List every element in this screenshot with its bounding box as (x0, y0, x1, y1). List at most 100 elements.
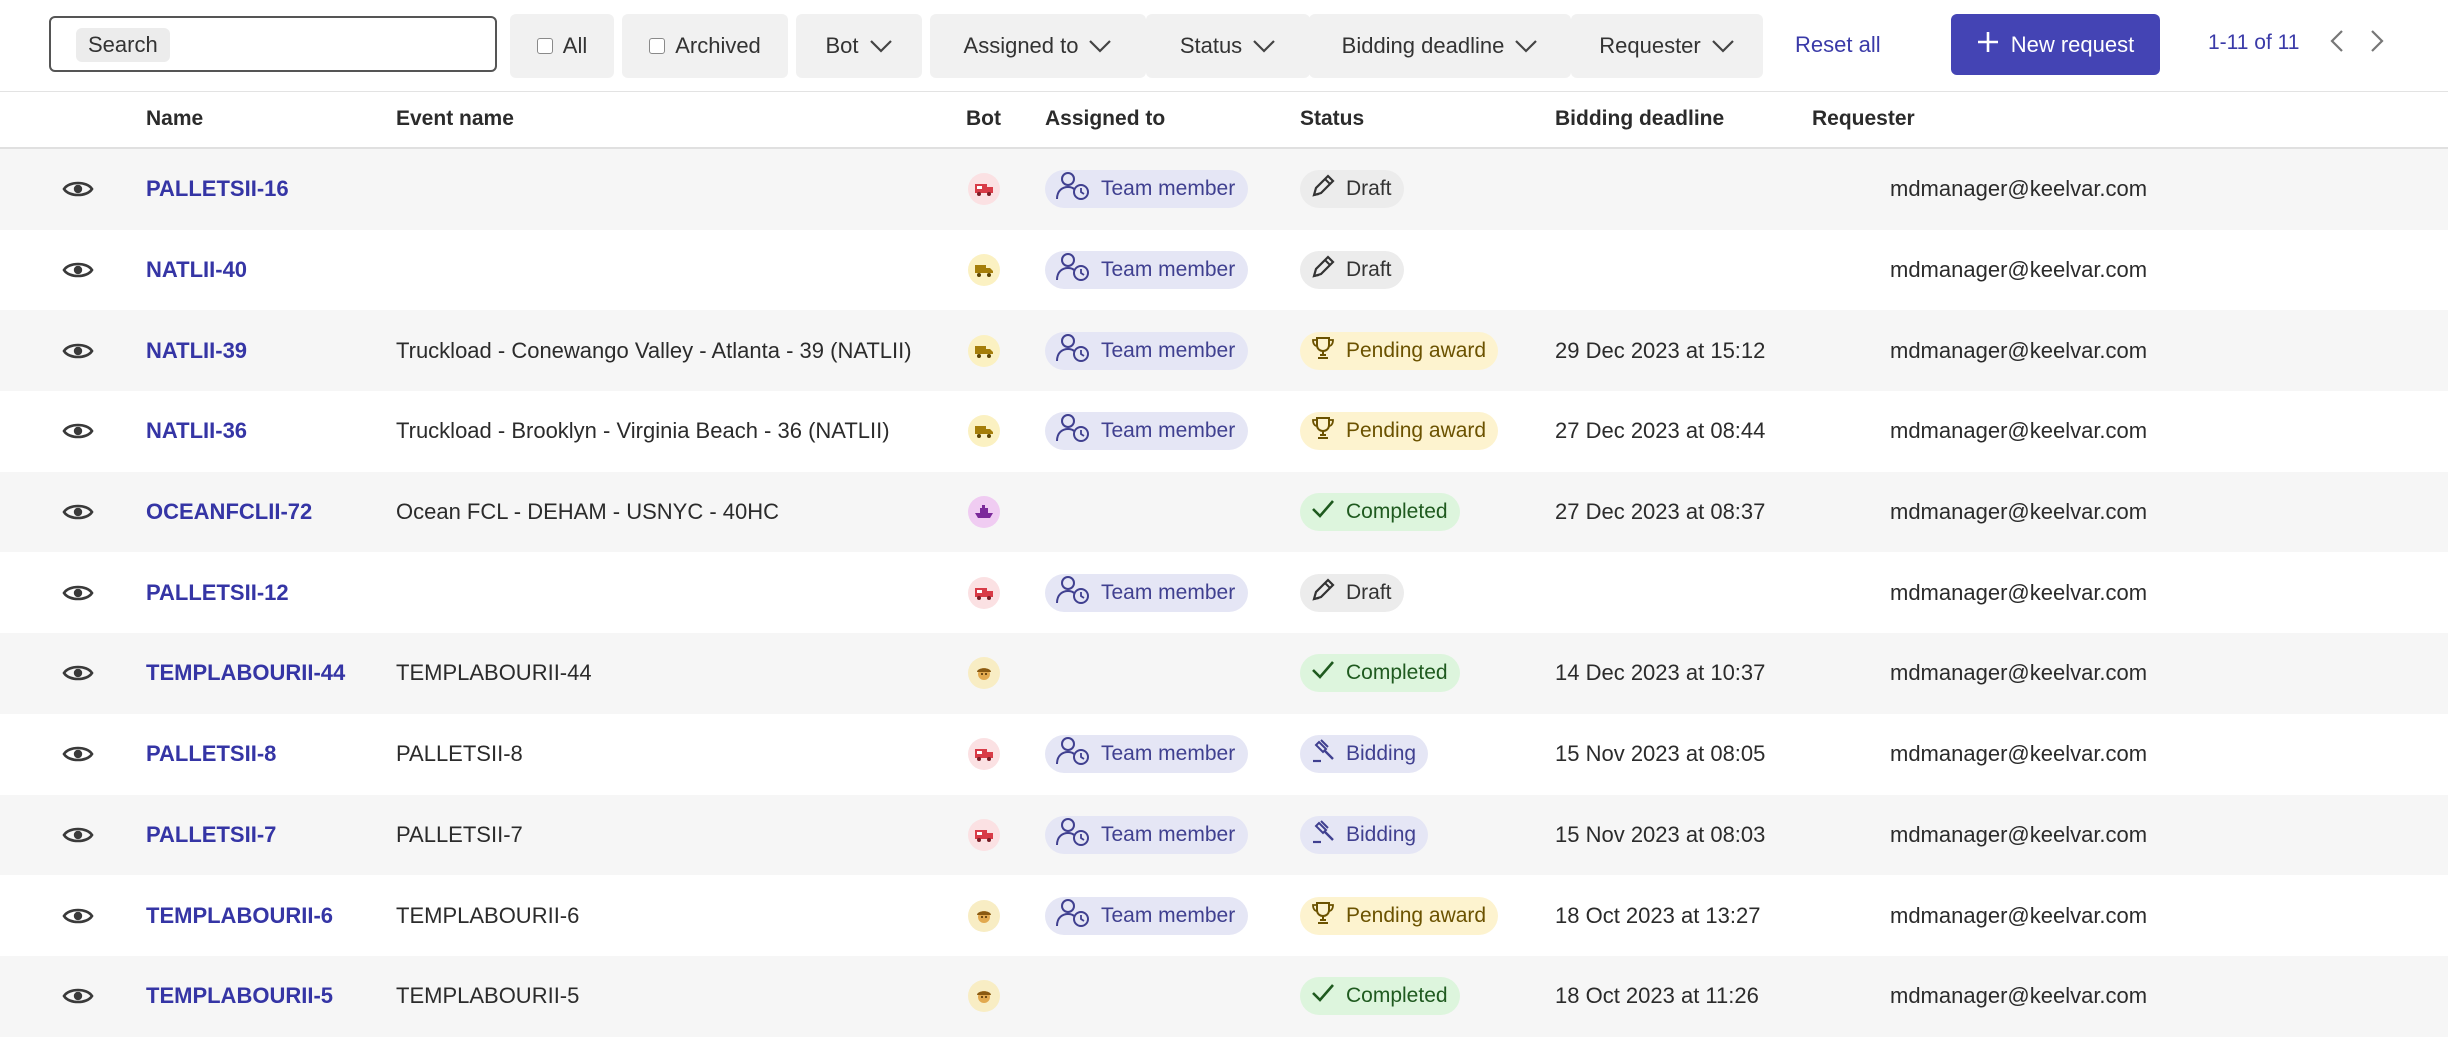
requester-email: mdmanager@keelvar.com (1890, 902, 2148, 928)
filter-requester-dropdown[interactable]: Requester (1571, 14, 1763, 78)
status-label: Draft (1346, 580, 1392, 604)
pagination-range: 1-11 of 11 (2208, 31, 2300, 54)
requester-email: mdmanager@keelvar.com (1890, 821, 2148, 847)
request-name-link[interactable]: PALLETSII-7 (146, 795, 276, 876)
filter-bidding-deadline-dropdown[interactable]: Bidding deadline (1309, 14, 1571, 78)
assigned-label: Team member (1101, 580, 1236, 604)
status-label: Completed (1346, 661, 1448, 685)
status-badge: Completed (1300, 977, 1460, 1016)
checkbox-icon (649, 38, 666, 54)
assigned-label: Team member (1101, 338, 1236, 362)
requester-email: mdmanager@keelvar.com (1890, 741, 2148, 767)
completed-status-icon (1310, 659, 1336, 687)
filter-bot-dropdown[interactable]: Bot (796, 14, 922, 78)
chevron-left-icon[interactable] (2326, 26, 2348, 56)
user-clock-icon (1055, 333, 1091, 369)
status-badge: Draft (1300, 170, 1404, 209)
worker-bot-icon (968, 980, 1000, 1013)
chevron-down-icon (1514, 39, 1538, 53)
request-name-link[interactable]: TEMPLABOURII-5 (146, 956, 333, 1037)
new-request-button[interactable]: New request (1951, 14, 2160, 75)
requester-email: mdmanager@keelvar.com (1890, 660, 2148, 686)
bidding-deadline: 27 Dec 2023 at 08:37 (1555, 499, 1766, 525)
view-eye-icon[interactable] (60, 714, 96, 795)
bidding-deadline: 18 Oct 2023 at 13:27 (1555, 902, 1761, 928)
table-row[interactable]: TEMPLABOURII-44 TEMPLABOURII-44 Completed 1… (0, 633, 2448, 714)
view-eye-icon[interactable] (60, 310, 96, 391)
column-header-bot[interactable]: Bot (966, 107, 1001, 131)
view-eye-icon[interactable] (60, 472, 96, 553)
column-header-assigned-to[interactable]: Assigned to (1045, 107, 1165, 131)
view-eye-icon[interactable] (60, 391, 96, 472)
completed-status-icon (1310, 498, 1336, 526)
request-name-link[interactable]: TEMPLABOURII-44 (146, 633, 345, 714)
table-row[interactable]: PALLETSII-7 PALLETSII-7 Team member Bidding… (0, 794, 2448, 876)
view-eye-icon[interactable] (60, 795, 96, 876)
user-clock-icon (1055, 817, 1091, 853)
reset-all-link[interactable]: Reset all (1795, 32, 1881, 58)
request-name-link[interactable]: PALLETSII-8 (146, 714, 276, 795)
status-label: Completed (1346, 984, 1448, 1008)
new-request-label: New request (2010, 31, 2135, 57)
chevron-down-icon (1088, 39, 1112, 53)
event-name: PALLETSII-7 (396, 821, 523, 847)
table-row[interactable]: PALLETSII-12 Team member Draft mdmanager@ke… (0, 552, 2448, 633)
bidding-deadline: 18 Oct 2023 at 11:26 (1555, 983, 1759, 1009)
view-eye-icon[interactable] (60, 230, 96, 311)
column-header-name[interactable]: Name (146, 107, 203, 131)
requester-email: mdmanager@keelvar.com (1890, 418, 2148, 444)
status-label: Pending award (1346, 419, 1487, 443)
user-clock-icon (1055, 171, 1091, 207)
request-name-link[interactable]: NATLII-40 (146, 230, 247, 311)
filter-archived-checkbox[interactable]: Archived (622, 14, 788, 78)
request-name-link[interactable]: NATLII-36 (146, 391, 247, 472)
request-name-link[interactable]: PALLETSII-12 (146, 552, 289, 633)
view-eye-icon[interactable] (60, 875, 96, 956)
view-eye-icon[interactable] (60, 956, 96, 1037)
table-row[interactable]: TEMPLABOURII-6 TEMPLABOURII-6 Team member P… (0, 875, 2448, 956)
view-eye-icon[interactable] (60, 149, 96, 230)
chevron-right-icon[interactable] (2366, 26, 2388, 56)
requester-email: mdmanager@keelvar.com (1890, 257, 2148, 283)
table-row[interactable]: PALLETSII-16 Team member Draft mdmanager@ke… (0, 149, 2448, 230)
filter-requester-label: Requester (1599, 33, 1701, 58)
filter-all-checkbox[interactable]: All (510, 14, 614, 78)
filter-status-dropdown[interactable]: Status (1146, 14, 1310, 78)
request-name-link[interactable]: TEMPLABOURII-6 (146, 875, 333, 956)
request-name-link[interactable]: OCEANFCLII-72 (146, 472, 312, 553)
column-header-requester[interactable]: Requester (1812, 107, 1915, 131)
column-header-event-name[interactable]: Event name (396, 107, 514, 131)
event-name: Ocean FCL - DEHAM - USNYC - 40HC (396, 499, 780, 525)
status-label: Completed (1346, 500, 1448, 524)
table-row[interactable]: PALLETSII-8 PALLETSII-8 Team member Bidding… (0, 714, 2448, 795)
event-name: TEMPLABOURII-6 (396, 902, 580, 928)
status-label: Pending award (1346, 903, 1487, 927)
requester-email: mdmanager@keelvar.com (1890, 983, 2148, 1009)
request-name-link[interactable]: NATLII-39 (146, 310, 247, 391)
table-row[interactable]: TEMPLABOURII-5 TEMPLABOURII-5 Completed 18 … (0, 955, 2448, 1037)
status-badge: Bidding (1300, 735, 1429, 774)
user-clock-icon (1055, 575, 1091, 611)
filter-assigned-to-dropdown[interactable]: Assigned to (930, 14, 1146, 78)
event-name: TEMPLABOURII-44 (396, 660, 592, 686)
event-name: TEMPLABOURII-5 (396, 983, 580, 1009)
bidding-status-icon (1310, 738, 1336, 770)
table-row[interactable]: NATLII-39 Truckload - Conewango Valley - … (0, 310, 2448, 392)
table-row[interactable]: NATLII-36 Truckload - Brooklyn - Virginia… (0, 391, 2448, 472)
assigned-badge: Team member (1045, 412, 1249, 451)
chevron-down-icon (869, 39, 893, 53)
user-clock-icon (1055, 898, 1091, 934)
view-eye-icon[interactable] (60, 552, 96, 633)
table-row[interactable]: OCEANFCLII-72 Ocean FCL - DEHAM - USNYC -… (0, 471, 2448, 553)
column-header-status[interactable]: Status (1300, 107, 1364, 131)
status-badge: Bidding (1300, 815, 1429, 854)
request-name-link[interactable]: PALLETSII-16 (146, 149, 289, 230)
status-label: Draft (1346, 258, 1392, 282)
view-eye-icon[interactable] (60, 633, 96, 714)
filter-bot-label: Bot (825, 33, 859, 58)
search-input[interactable]: Search (49, 16, 497, 72)
filter-archived-label: Archived (675, 33, 761, 58)
chevron-down-icon (1711, 39, 1735, 53)
column-header-bidding-deadline[interactable]: Bidding deadline (1555, 107, 1724, 131)
table-row[interactable]: NATLII-40 Team member Draft mdmanager@keelv… (0, 230, 2448, 311)
